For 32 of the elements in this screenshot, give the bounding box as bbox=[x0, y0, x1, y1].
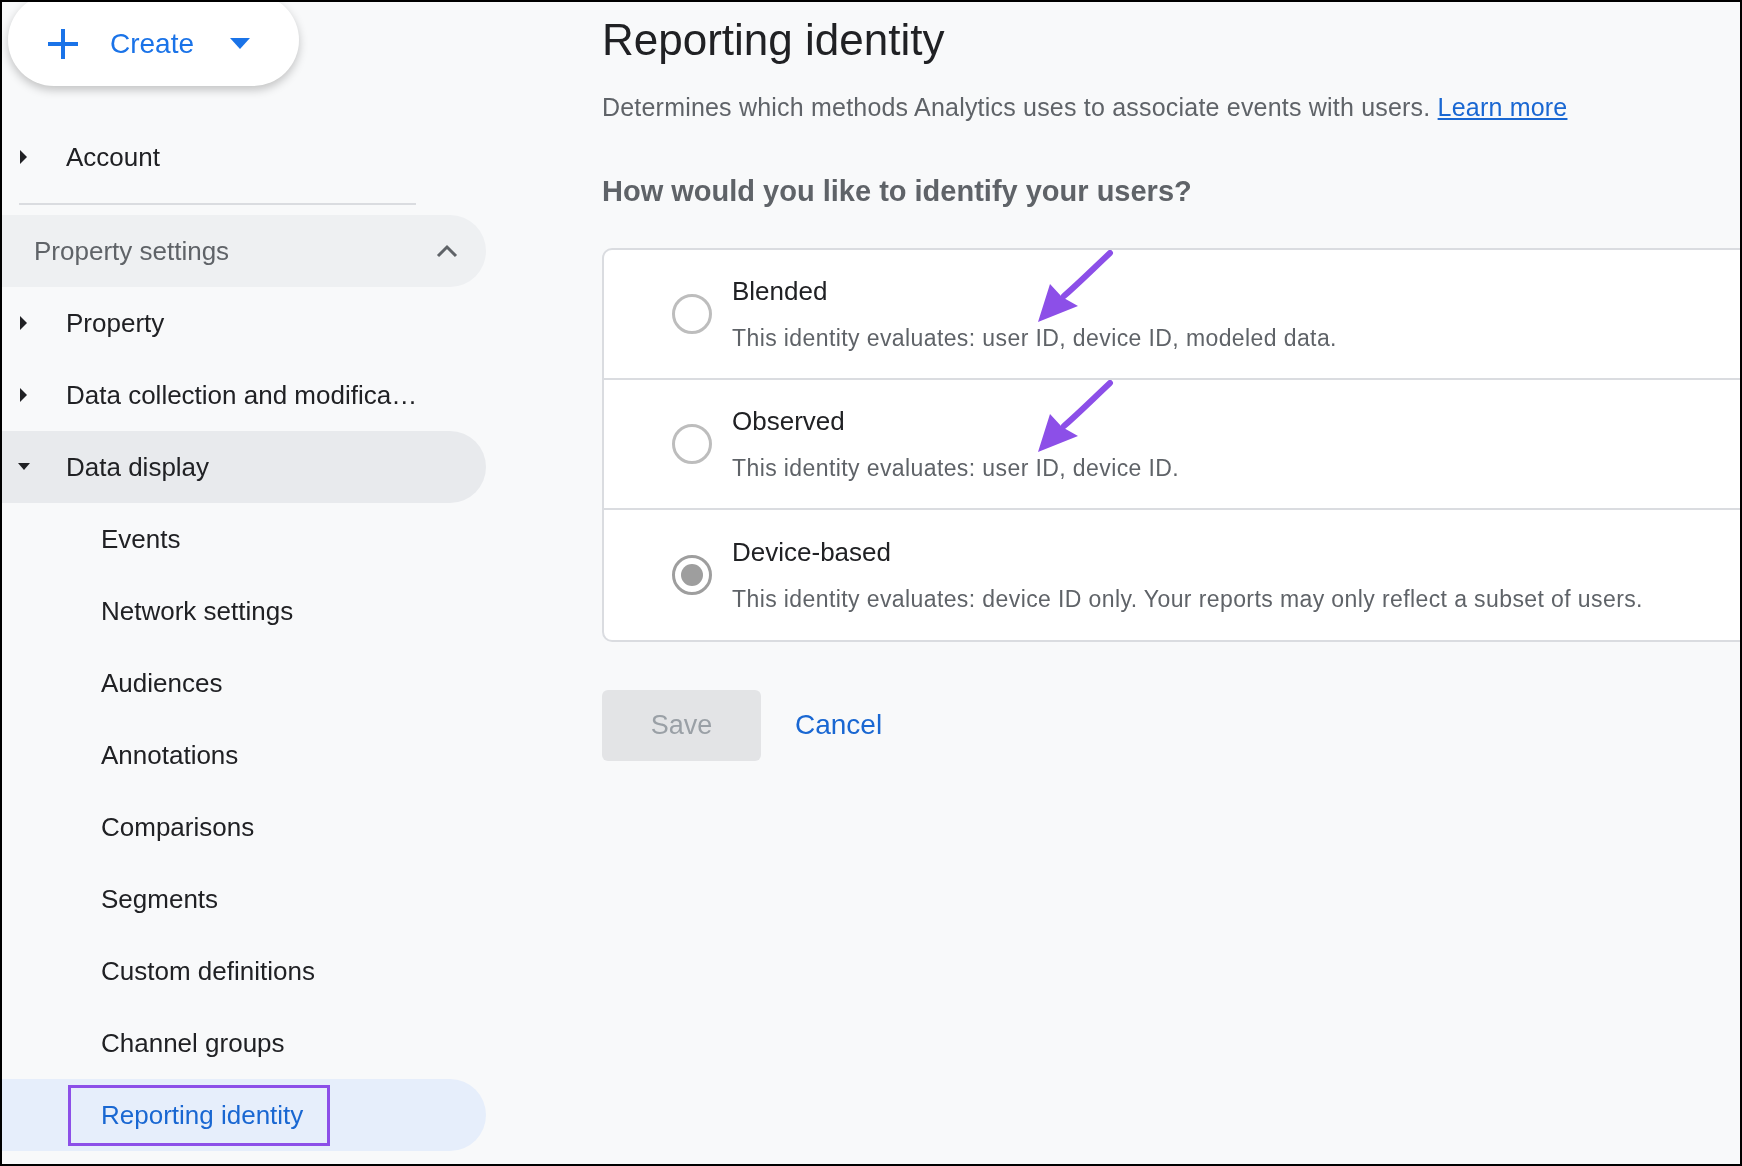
nav-item[interactable]: Property bbox=[2, 287, 486, 359]
cancel-button[interactable]: Cancel bbox=[795, 704, 883, 747]
nav-item[interactable]: Channel groups bbox=[2, 1007, 486, 1079]
option-label: Device-based bbox=[732, 536, 892, 570]
nav-item[interactable]: Audiences bbox=[2, 647, 486, 719]
option-description: This identity evaluates: user ID, device ID. bbox=[732, 454, 1180, 484]
radio-button[interactable] bbox=[672, 293, 712, 334]
option-description: This identity evaluates: device ID only. Your reports may only reflect a subset of users. bbox=[732, 585, 1643, 615]
nav-item[interactable]: Comparisons bbox=[2, 791, 486, 863]
page-title: Reporting identity bbox=[602, 14, 946, 66]
chevron-up-icon bbox=[436, 244, 458, 258]
section-header[interactable]: Property settings bbox=[2, 215, 486, 287]
radio-button[interactable] bbox=[672, 423, 712, 464]
nav-item[interactable]: Segments bbox=[2, 863, 486, 935]
description: Determines which methods Analytics uses to associate events with users. Learn more bbox=[602, 91, 1569, 123]
nav-item[interactable]: Data display bbox=[2, 431, 486, 503]
nav-item[interactable]: Account bbox=[2, 121, 486, 193]
question: How would you like to identify your users? bbox=[602, 174, 1193, 210]
nav-item[interactable]: Custom definitions bbox=[2, 935, 486, 1007]
nav-item[interactable]: Data collection and modifica… bbox=[2, 359, 486, 431]
option-label: Observed bbox=[732, 405, 846, 439]
nav-item[interactable]: Annotations bbox=[2, 719, 486, 791]
create-button[interactable]: Create bbox=[8, 2, 299, 86]
nav-item[interactable]: Reporting identity bbox=[2, 1079, 486, 1151]
learn-more-link[interactable]: Learn more bbox=[1437, 92, 1568, 121]
caret-icon bbox=[230, 38, 251, 50]
option-label: Blended bbox=[732, 275, 829, 309]
option-description: This identity evaluates: user ID, device ID, modeled data. bbox=[732, 324, 1337, 354]
nav-item[interactable]: Events bbox=[2, 503, 486, 575]
plus-icon bbox=[46, 27, 80, 61]
radio-button[interactable] bbox=[672, 554, 712, 595]
nav-item[interactable]: Network settings bbox=[2, 575, 486, 647]
